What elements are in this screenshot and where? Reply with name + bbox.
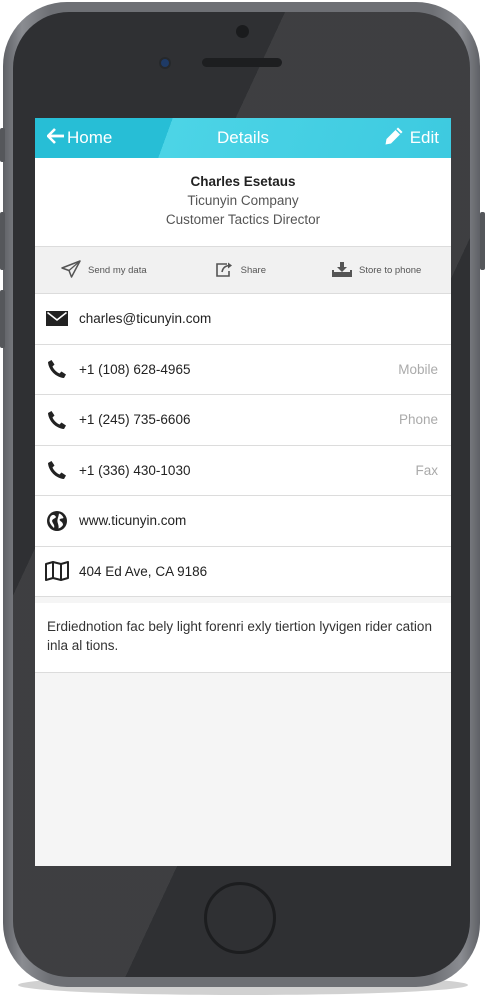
address-value: 404 Ed Ave, CA 9186 — [79, 563, 208, 579]
phone-row[interactable]: +1 (245) 735-6606 Phone — [35, 395, 451, 446]
action-bar: Send my data Share Store to phone — [35, 247, 451, 294]
mobile-row[interactable]: +1 (108) 628-4965 Mobile — [35, 345, 451, 395]
home-back-button[interactable]: Home — [46, 118, 113, 158]
share-button[interactable]: Share — [215, 261, 266, 280]
phone-icon — [45, 408, 69, 432]
edit-button[interactable]: Edit — [384, 118, 439, 158]
volume-up-button — [0, 212, 5, 270]
pencil-icon — [384, 126, 410, 151]
send-my-data-button[interactable]: Send my data — [61, 259, 147, 281]
mobile-type-label: Mobile — [398, 361, 438, 377]
front-camera — [161, 59, 169, 67]
fax-number: +1 (336) 430-1030 — [79, 462, 191, 478]
power-button — [480, 212, 485, 270]
mobile-number: +1 (108) 628-4965 — [79, 361, 191, 377]
email-value: charles@ticunyin.com — [79, 311, 212, 327]
phone-number: +1 (245) 735-6606 — [79, 412, 191, 428]
phone-icon — [45, 357, 69, 381]
store-to-phone-label: Store to phone — [358, 264, 422, 276]
store-to-phone-button[interactable]: Store to phone — [331, 261, 422, 280]
home-button[interactable] — [204, 882, 276, 954]
nav-bar: Home Details Edit — [35, 118, 451, 158]
website-value: www.ticunyin.com — [79, 513, 187, 529]
send-my-data-label: Send my data — [88, 264, 147, 276]
download-icon — [331, 261, 359, 280]
app-screen: Home Details Edit Charles Esetaus Ticuny… — [35, 118, 451, 866]
volume-down-button — [0, 290, 5, 348]
website-row[interactable]: www.ticunyin.com — [35, 496, 451, 547]
contact-company: Ticunyin Company — [187, 193, 299, 208]
profile-header: Charles Esetaus Ticunyin Company Custome… — [35, 158, 451, 247]
contact-job-title: Customer Tactics Director — [165, 212, 321, 227]
fax-row[interactable]: +1 (336) 430-1030 Fax — [35, 446, 451, 496]
address-row[interactable]: 404 Ed Ave, CA 9186 — [35, 547, 451, 597]
arrow-left-icon — [46, 127, 67, 149]
globe-icon — [45, 509, 69, 533]
mute-switch — [0, 128, 5, 162]
earpiece-speaker — [202, 58, 282, 67]
contact-details-list: charles@ticunyin.com +1 (108) 628-4965 M… — [35, 294, 451, 597]
share-icon — [215, 261, 241, 280]
phone-icon — [45, 458, 69, 482]
share-label: Share — [240, 264, 266, 276]
back-label: Home — [67, 128, 113, 147]
contact-name: Charles Esetaus — [190, 174, 296, 189]
phone-type-label: Phone — [398, 412, 438, 428]
front-sensor — [236, 25, 249, 38]
fax-type-label: Fax — [415, 462, 438, 478]
contact-note: Erdiednotion fac bely light forenri exly… — [35, 603, 451, 673]
edit-label: Edit — [409, 128, 439, 147]
map-icon — [45, 559, 69, 583]
paper-plane-icon — [61, 259, 88, 281]
email-row[interactable]: charles@ticunyin.com — [35, 294, 451, 345]
envelope-icon — [45, 307, 69, 331]
